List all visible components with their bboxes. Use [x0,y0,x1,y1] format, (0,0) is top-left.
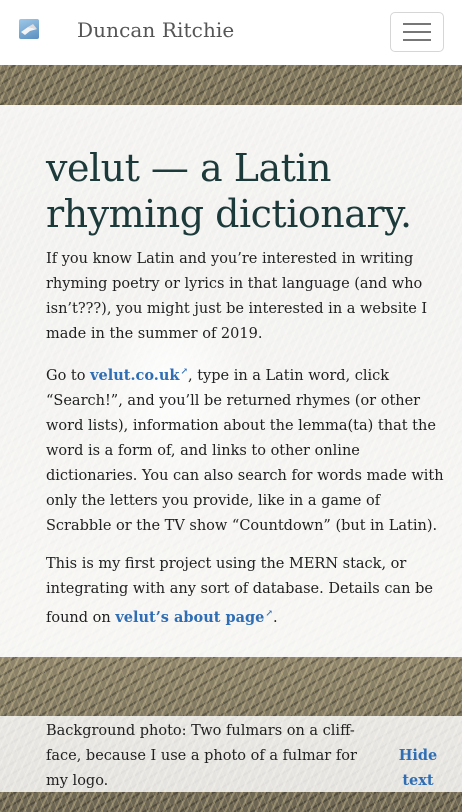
external-link-icon: ↗ [180,367,188,377]
external-link-icon: ↗ [265,608,273,619]
velut-about-page-link[interactable]: velut’s about page↗ [115,609,273,626]
page-title: velut — a Latin rhyming dictionary. [46,146,412,236]
project-paragraph: This is my first project using the MERN … [46,552,444,631]
photo-caption-bar: Background photo: Two fulmars on a cliff… [0,716,462,792]
hide-text-button[interactable]: Hide text [390,743,446,793]
site-brand-link[interactable]: Duncan Ritchie [77,18,234,42]
navbar: Duncan Ritchie [0,0,462,65]
project-text-after: . [272,609,278,626]
hamburger-menu-button[interactable] [390,12,444,52]
intro-paragraph: If you know Latin and you’re interested … [46,251,428,342]
hamburger-menu-icon-bar [403,23,431,25]
usage-text-after: , type in a Latin word, click “Search!”,… [46,367,444,534]
hamburger-menu-icon-bar [403,31,431,33]
photo-caption-text: Background photo: Two fulmars on a cliff… [46,723,357,789]
hamburger-menu-icon-bar [403,39,431,41]
velut-site-link[interactable]: velut.co.uk↗ [90,367,188,384]
fulmar-logo-icon[interactable] [19,19,39,39]
usage-text-before: Go to [46,367,91,384]
usage-paragraph: Go to velut.co.uk↗, type in a Latin word… [46,360,444,539]
main-content: velut — a Latin rhyming dictionary. If y… [0,105,462,657]
